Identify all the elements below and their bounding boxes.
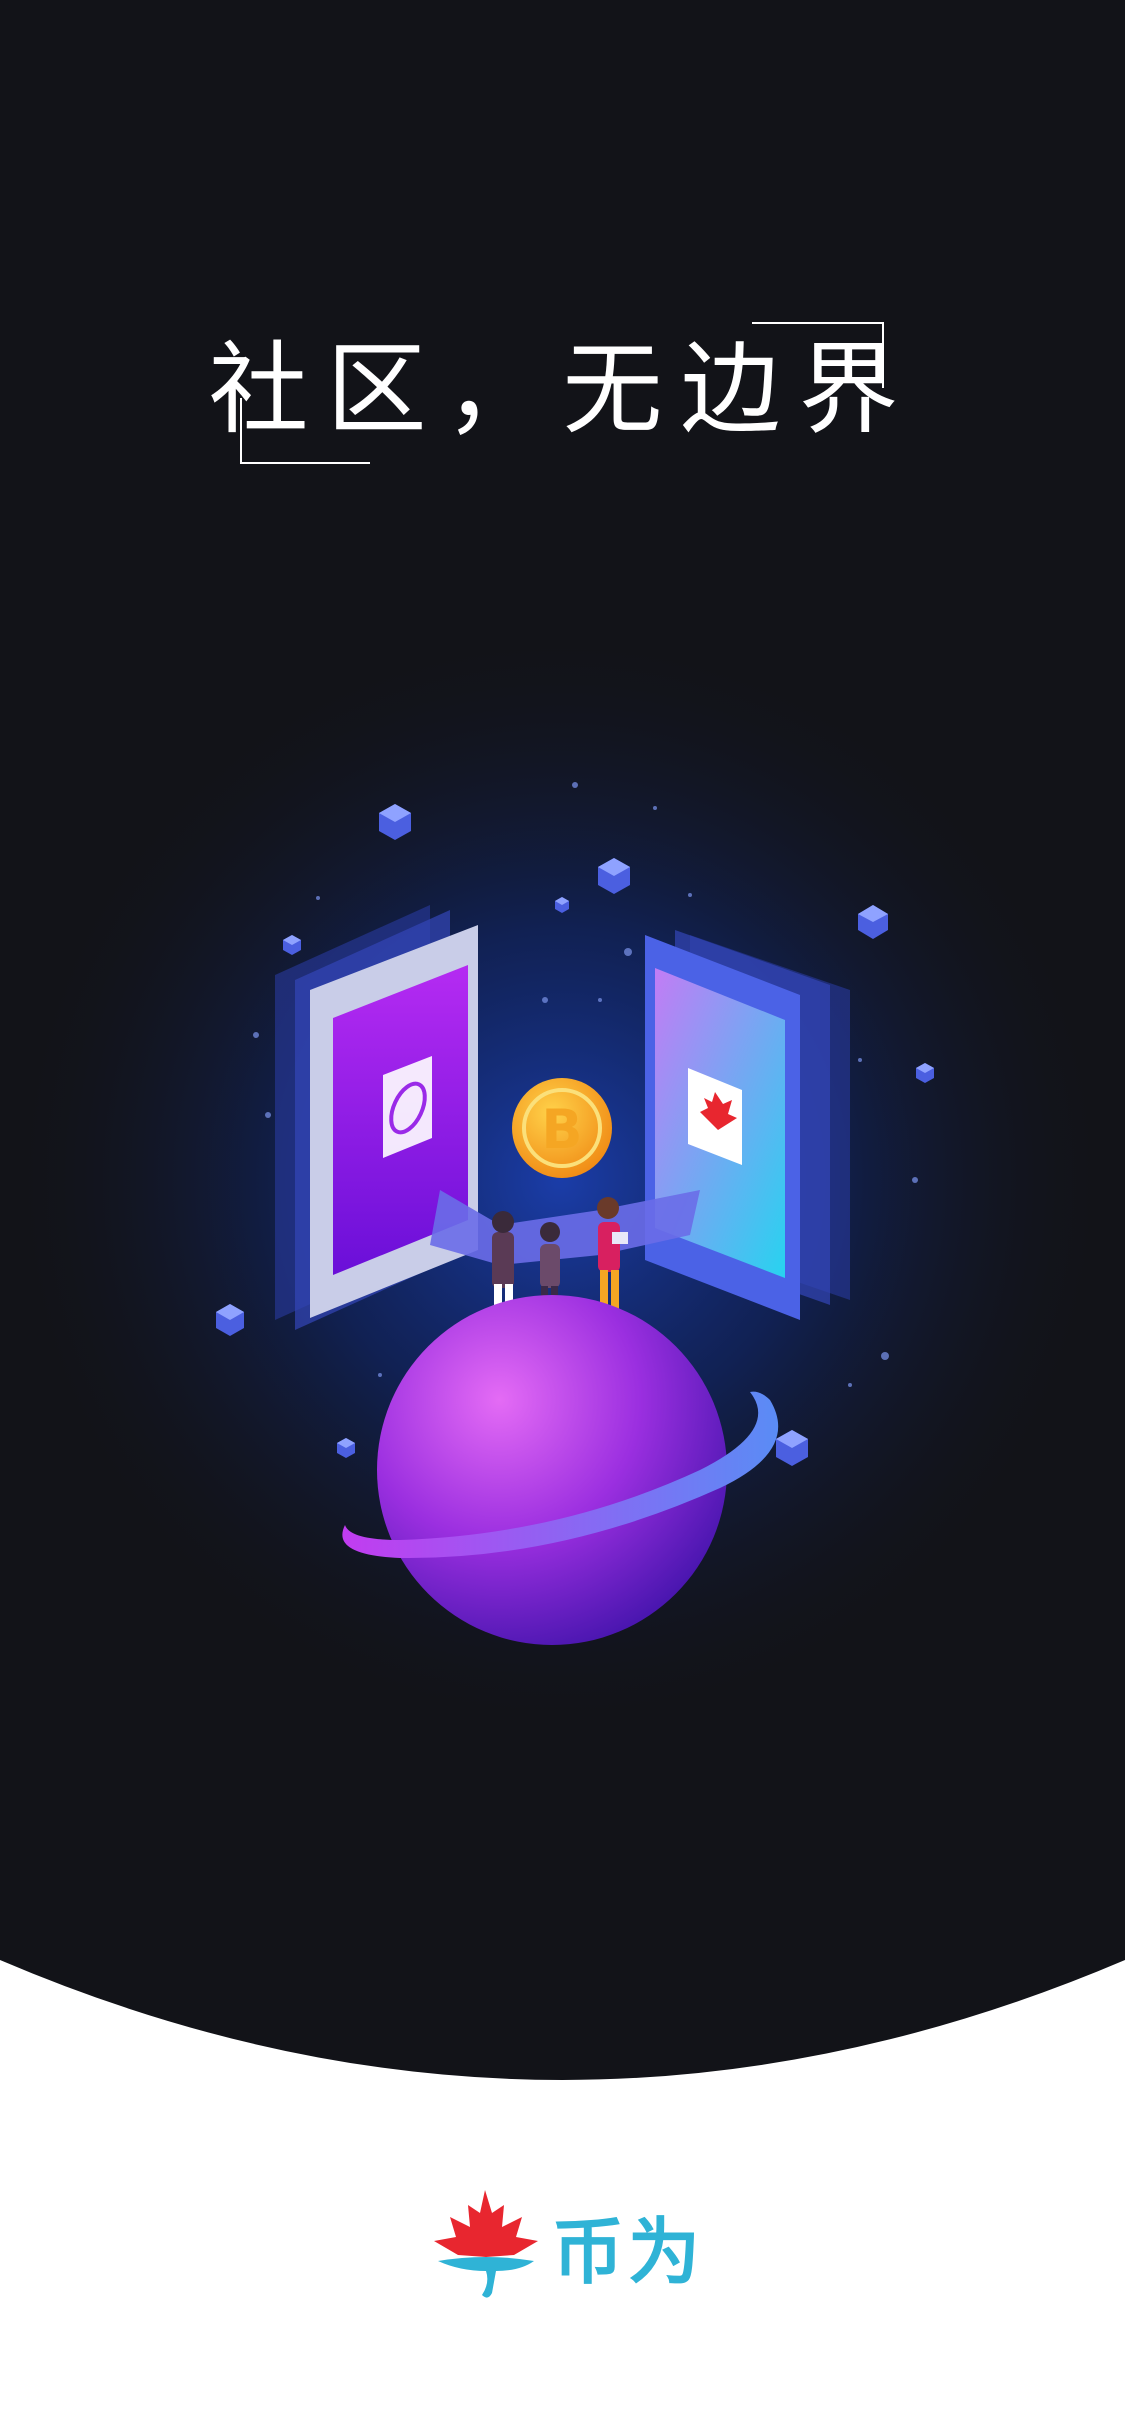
community-illustration: B bbox=[216, 782, 934, 1645]
coin-letter: B bbox=[541, 1098, 582, 1161]
right-phone bbox=[645, 930, 850, 1320]
coin-icon: B bbox=[512, 1078, 612, 1178]
planet bbox=[342, 1295, 779, 1645]
left-phone bbox=[275, 905, 478, 1330]
brand-name: 币为 bbox=[552, 2210, 705, 2294]
